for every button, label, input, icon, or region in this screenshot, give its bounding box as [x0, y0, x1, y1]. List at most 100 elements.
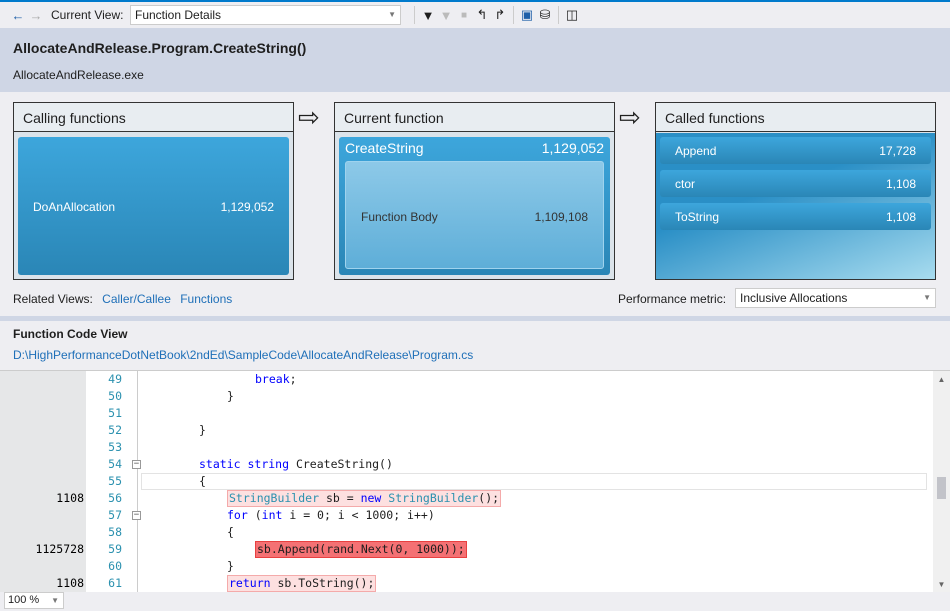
separator — [414, 6, 415, 24]
function-body-box[interactable]: Function Body 1,109,108 — [345, 161, 604, 269]
callee-ToString[interactable]: ToString 1,108 — [660, 203, 931, 230]
scroll-down-icon[interactable]: ▼ — [933, 580, 950, 589]
forward-arrow-icon[interactable]: → — [27, 6, 45, 24]
line-number: 49 — [108, 372, 122, 386]
caller-callee-link[interactable]: Caller/Callee — [102, 292, 171, 306]
calling-functions-panel: Calling functions DoAnAllocation 1,129,05… — [13, 102, 294, 280]
called-functions-panel: Called functions Append 17,728 ctor 1,108 … — [655, 102, 936, 280]
callee-name: ctor — [675, 177, 696, 191]
line-number: 50 — [108, 389, 122, 403]
line-number: 52 — [108, 423, 122, 437]
caller-name: DoAnAllocation — [33, 200, 116, 214]
line-number: 57 — [108, 508, 122, 522]
line-number: 55 — [108, 474, 122, 488]
code-line: break; — [255, 371, 303, 388]
arrow-right-icon: ⇨ — [298, 102, 320, 132]
code-token: sb.Append(rand.Next(0, 1000)); — [257, 542, 465, 556]
arrow-right-icon: ⇨ — [619, 102, 641, 132]
metric-value: 1125728 — [35, 542, 84, 556]
export-icon[interactable]: ⛁ — [536, 6, 554, 24]
panel-title: Current function — [335, 103, 614, 132]
code-token: ( — [247, 508, 262, 522]
metric-margin — [0, 371, 86, 593]
code-line: } — [227, 388, 234, 405]
metric-value: Inclusive Allocations — [740, 291, 848, 305]
current-view-value: Function Details — [135, 8, 222, 22]
current-view-select[interactable]: Function Details ▼ — [130, 5, 401, 25]
code-token: ; — [289, 372, 304, 386]
zoom-select[interactable]: 100 % ▼ — [4, 592, 64, 609]
line-number: 51 — [108, 406, 122, 420]
functions-link[interactable]: Functions — [180, 292, 232, 306]
filter-icon[interactable]: ▼ — [419, 6, 437, 24]
function-title: AllocateAndRelease.Program.CreateString(… — [13, 40, 307, 56]
code-token: { — [227, 525, 234, 539]
function-header: AllocateAndRelease.Program.CreateString(… — [0, 28, 950, 92]
line-number: 61 — [108, 576, 122, 590]
code-token: CreateString() — [289, 457, 393, 471]
related-views-label: Related Views: — [13, 292, 93, 306]
code-token: break — [255, 372, 290, 386]
code-token: (); — [478, 491, 500, 505]
split-view-icon[interactable]: ◫ — [563, 6, 581, 24]
vertical-scrollbar[interactable]: ▲ ▼ — [933, 371, 950, 593]
current-view-label: Current View: — [51, 8, 124, 22]
panel-title: Called functions — [656, 103, 935, 132]
code-token: i = 0; i < 1000; i++) — [282, 508, 435, 522]
code-line: { — [227, 524, 234, 541]
body-label: Function Body — [361, 210, 438, 224]
status-bar — [0, 592, 950, 611]
line-number: 60 — [108, 559, 122, 573]
code-line: { — [199, 473, 206, 490]
line-number: 59 — [108, 542, 122, 556]
filter-to-callees-icon[interactable]: ↱ — [491, 6, 509, 24]
line-number: 54 — [108, 457, 122, 471]
code-line: static string CreateString() — [199, 456, 393, 473]
current-value: 1,129,052 — [541, 140, 604, 156]
code-token: return — [229, 576, 271, 590]
stop-icon[interactable]: ■ — [455, 6, 473, 24]
callee-ctor[interactable]: ctor 1,108 — [660, 170, 931, 197]
collapse-icon[interactable]: − — [132, 460, 141, 469]
performance-metric-select[interactable]: Inclusive Allocations ▼ — [735, 288, 936, 308]
callee-name: Append — [675, 144, 717, 158]
clear-filter-icon[interactable]: ▼ — [437, 6, 455, 24]
chevron-down-icon: ▼ — [51, 596, 59, 605]
code-token: int — [261, 508, 283, 522]
code-token: StringBuilder — [229, 491, 320, 505]
current-function-box[interactable]: CreateString 1,129,052 Function Body 1,109… — [339, 137, 610, 275]
current-line-highlight — [141, 473, 927, 490]
metric-value: 1108 — [56, 491, 84, 505]
code-token: } — [199, 423, 206, 437]
back-arrow-icon[interactable]: ← — [9, 6, 27, 24]
current-function-panel: Current function CreateString 1,129,052 F… — [334, 102, 615, 280]
code-token: } — [227, 389, 234, 403]
file-path-link[interactable]: D:\HighPerformanceDotNetBook\2ndEd\Sampl… — [13, 348, 473, 362]
fold-guide — [137, 371, 138, 593]
splitter[interactable] — [0, 316, 950, 321]
line-number: 58 — [108, 525, 122, 539]
callee-Append[interactable]: Append 17,728 — [660, 137, 931, 164]
separator — [513, 6, 514, 24]
collapse-icon[interactable]: − — [132, 511, 141, 520]
panel-title: Calling functions — [14, 103, 293, 132]
code-token: } — [227, 559, 234, 573]
save-icon[interactable]: ▣ — [518, 6, 536, 24]
scroll-up-icon[interactable]: ▲ — [933, 375, 950, 384]
line-number: 56 — [108, 491, 122, 505]
performance-metric-label: Performance metric: — [618, 292, 727, 306]
code-editor[interactable]: 49 break; 50} 51 52} 53 54 − static string Crea… — [0, 370, 950, 593]
caller-DoAnAllocation[interactable]: DoAnAllocation 1,129,052 — [18, 137, 289, 275]
module-name: AllocateAndRelease.exe — [13, 68, 144, 82]
callee-name: ToString — [675, 210, 720, 224]
filter-to-callers-icon[interactable]: ↰ — [473, 6, 491, 24]
code-line: StringBuilder sb = new StringBuilder(); — [227, 490, 502, 507]
code-token: string — [247, 457, 290, 471]
code-token: sb = — [319, 491, 361, 505]
code-view-title: Function Code View — [13, 327, 128, 341]
scroll-thumb[interactable] — [937, 477, 946, 499]
zoom-value: 100 % — [8, 594, 40, 606]
code-token: for — [227, 508, 248, 522]
caller-value: 1,129,052 — [220, 200, 274, 214]
chevron-down-icon: ▼ — [923, 293, 931, 302]
